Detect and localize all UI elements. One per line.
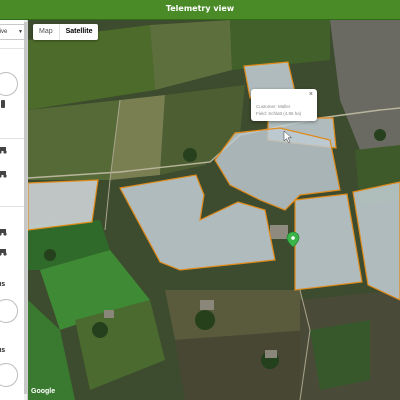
- tractor-icon: [0, 147, 7, 154]
- farm-building: [104, 310, 114, 318]
- map-pin-dot: [291, 236, 295, 240]
- chevron-down-icon: ▼: [18, 29, 23, 35]
- map-attribution: Google: [31, 388, 56, 395]
- satellite-map[interactable]: [28, 20, 400, 400]
- machine-avatar[interactable]: [0, 299, 18, 323]
- highlighted-field[interactable]: [28, 179, 99, 231]
- page-title: Telemetry view: [165, 4, 235, 13]
- tractor-icon: [0, 171, 7, 178]
- divider: [0, 138, 27, 139]
- tractor-icon: [0, 249, 7, 256]
- machine-avatar[interactable]: [0, 72, 18, 96]
- tree-cluster: [92, 322, 108, 338]
- map-type-map-button[interactable]: Map: [33, 24, 59, 40]
- tree-cluster: [44, 249, 56, 261]
- map-type-satellite-button[interactable]: Satellite: [58, 24, 99, 40]
- farm-building: [265, 350, 277, 358]
- tree-cluster: [374, 129, 386, 141]
- map-canvas[interactable]: [28, 20, 400, 400]
- tree-cluster: [195, 310, 215, 330]
- field-info-popup: × Customer: Müller Field: Schlatt (4.95 …: [251, 89, 317, 121]
- tree-cluster: [183, 148, 197, 162]
- divider: [0, 48, 27, 49]
- divider: [0, 206, 27, 207]
- tractor-icon: [0, 229, 7, 236]
- section-label: us: [0, 347, 6, 354]
- scrollbar-thumb[interactable]: [24, 22, 27, 394]
- map-type-toggle[interactable]: Map Satellite: [33, 24, 99, 40]
- status-filter-select[interactable]: ctive ▼: [0, 24, 26, 40]
- farm-building: [200, 300, 214, 310]
- top-bar: Telemetry view: [0, 0, 400, 20]
- sidebar: ctive ▼ us us: [0, 20, 28, 400]
- pin-icon: [1, 100, 5, 108]
- popup-field: Field: Schlatt (4.95 ha): [256, 111, 302, 116]
- farm-building: [270, 225, 288, 239]
- section-label: us: [0, 281, 6, 288]
- crop-field: [310, 320, 370, 390]
- crop-field: [175, 330, 310, 400]
- crop-field: [28, 100, 120, 180]
- machine-avatar[interactable]: [0, 363, 18, 387]
- close-icon[interactable]: ×: [309, 91, 313, 98]
- popup-customer: Customer: Müller: [256, 104, 291, 109]
- sidebar-scrollbar[interactable]: [24, 20, 27, 400]
- status-filter-value: ctive: [0, 29, 8, 35]
